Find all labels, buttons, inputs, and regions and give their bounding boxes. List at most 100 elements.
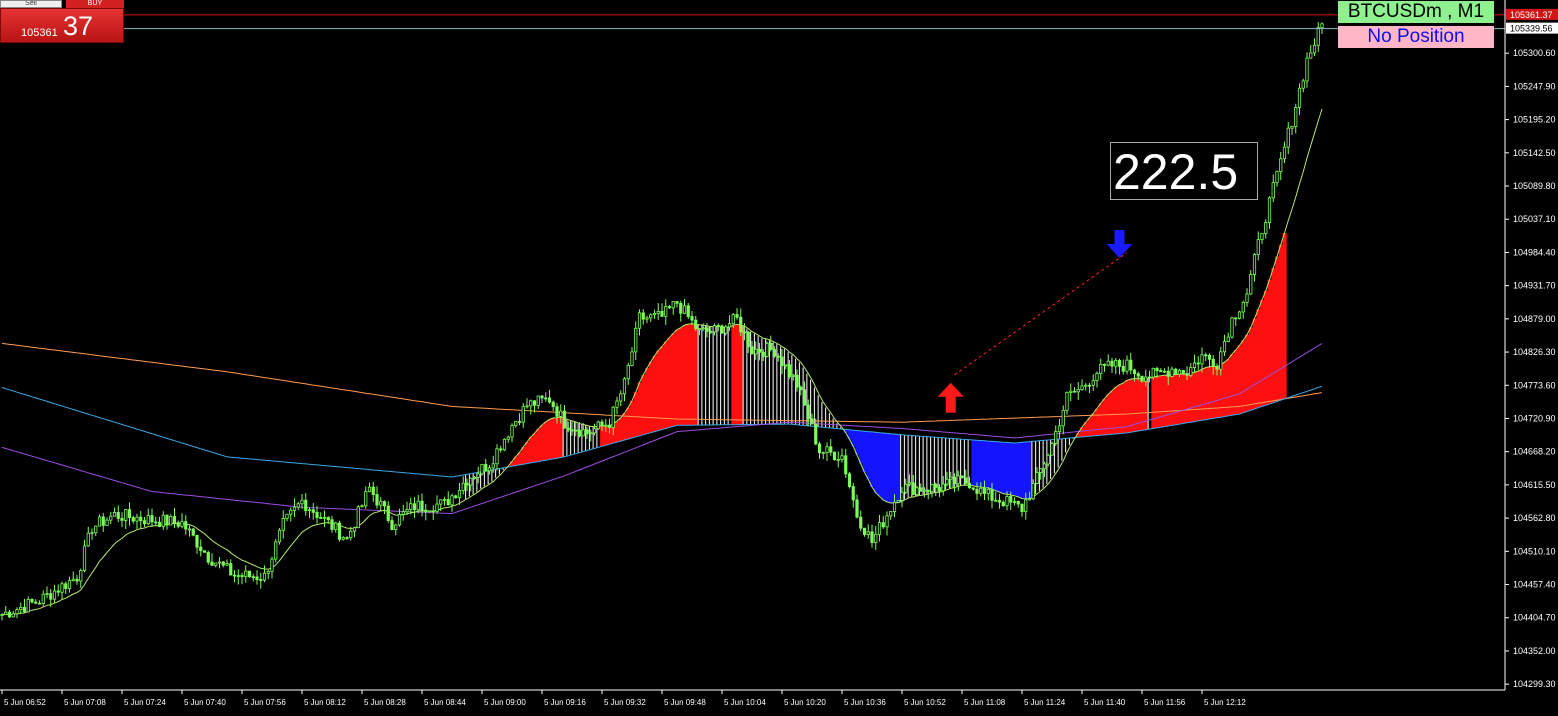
counter-box: 222.5 <box>1110 142 1258 200</box>
candle-body <box>71 578 75 581</box>
candle-body <box>386 505 390 521</box>
histogram-bar <box>1278 244 1283 401</box>
candle-body <box>514 421 518 427</box>
time-tick-label: 5 Jun 09:00 <box>484 698 526 707</box>
histogram-bar <box>750 331 752 425</box>
price-tick-label: 104668.20 <box>1513 447 1556 457</box>
candle-body <box>94 525 98 534</box>
candle-body <box>435 503 439 512</box>
candle-body <box>832 451 837 461</box>
candle-body <box>1129 359 1133 371</box>
candle-body <box>75 578 79 582</box>
candle-body <box>345 537 349 539</box>
candle-body <box>101 516 105 526</box>
candle-body <box>375 494 379 506</box>
histogram-bar <box>682 325 687 426</box>
candle-body <box>1297 87 1302 108</box>
histogram-bar <box>630 400 635 438</box>
candle-body <box>664 306 668 317</box>
time-axis: 5 Jun 06:52 5 Jun 07:08 5 Jun 07:24 5 Jun 0… <box>0 689 1505 707</box>
candle-body <box>1046 454 1050 465</box>
candle-body <box>195 534 199 548</box>
candle-body <box>341 537 345 540</box>
candle-body <box>454 495 458 499</box>
histogram-bar <box>618 417 623 442</box>
histogram-bar <box>1162 375 1167 427</box>
candle-body <box>1166 370 1170 377</box>
candle-body <box>825 446 829 453</box>
histogram-bar <box>1158 375 1163 428</box>
time-tick-label: 5 Jun 11:24 <box>1024 698 1066 707</box>
candle-body <box>780 356 784 367</box>
histogram-bar <box>892 434 897 503</box>
candle-body <box>124 509 128 521</box>
candle-body <box>379 501 383 506</box>
sell-button[interactable]: Sell <box>0 0 62 8</box>
candle-body <box>1136 373 1140 377</box>
candle-body <box>1102 363 1107 366</box>
histogram-bar <box>1023 441 1028 499</box>
candle-body <box>266 570 270 574</box>
candle-body <box>274 541 278 560</box>
candle-body <box>1204 354 1208 357</box>
histogram-bar <box>885 433 890 502</box>
histogram-bar <box>896 434 901 503</box>
candle-body <box>814 423 818 445</box>
candle-body <box>701 327 705 330</box>
candle-body <box>1196 362 1200 365</box>
candle-body <box>660 311 664 317</box>
candle-body <box>300 499 304 505</box>
histogram-bar <box>1275 256 1280 402</box>
candle-body <box>1267 197 1272 223</box>
candle-body <box>1009 495 1013 503</box>
histogram-bar <box>1222 362 1227 417</box>
histogram-bar <box>675 329 680 426</box>
candle-body <box>356 506 360 529</box>
histogram-bar <box>1091 413 1096 436</box>
histogram-bar <box>1087 417 1092 437</box>
histogram-bar <box>697 324 699 426</box>
candle-body <box>1117 360 1122 367</box>
time-tick-label: 5 Jun 06:52 <box>4 698 46 707</box>
candle-body <box>956 475 960 485</box>
histogram-bar <box>986 441 991 488</box>
candle-body <box>1294 106 1298 127</box>
candle-body <box>229 563 233 576</box>
histogram-bar <box>570 420 572 455</box>
candle-body <box>979 488 983 494</box>
candle-body <box>439 499 443 505</box>
price-tick-label: 105300.60 <box>1513 48 1556 58</box>
candle-body <box>829 446 833 453</box>
price-chart[interactable]: 105300.60 105247.90 105195.20 105142.50 1050… <box>0 0 1558 716</box>
candle-body <box>634 327 638 353</box>
candle-body <box>986 489 990 494</box>
trend-line <box>954 252 1128 376</box>
histogram-bar <box>978 440 983 487</box>
candle-body <box>690 316 694 321</box>
candle-body <box>64 583 68 589</box>
candle-body <box>289 509 293 515</box>
candle-body <box>754 348 758 355</box>
candle-body <box>892 501 897 512</box>
candle-body <box>889 511 893 517</box>
time-tick-label: 5 Jun 07:56 <box>244 698 286 707</box>
candle-body <box>34 601 38 604</box>
histogram-bar <box>678 327 683 426</box>
histogram-bar <box>652 355 657 432</box>
candle-body <box>544 397 548 400</box>
candle-body <box>334 522 338 530</box>
histogram-bar <box>540 425 545 461</box>
histogram-bar <box>727 326 729 425</box>
candle-body <box>791 374 795 377</box>
buy-price-box[interactable]: 105361 37 <box>0 8 124 43</box>
candle-body <box>784 364 788 367</box>
candle-body <box>394 524 398 531</box>
candle-body <box>1125 359 1129 372</box>
buy-button[interactable]: BUY <box>66 0 124 8</box>
histogram-bar <box>1061 438 1063 461</box>
candle-body <box>1290 125 1294 129</box>
candle-body <box>1177 370 1182 375</box>
histogram-bar <box>581 424 583 452</box>
price-tick-label: 104404.70 <box>1513 613 1556 623</box>
histogram-bar <box>881 433 886 500</box>
